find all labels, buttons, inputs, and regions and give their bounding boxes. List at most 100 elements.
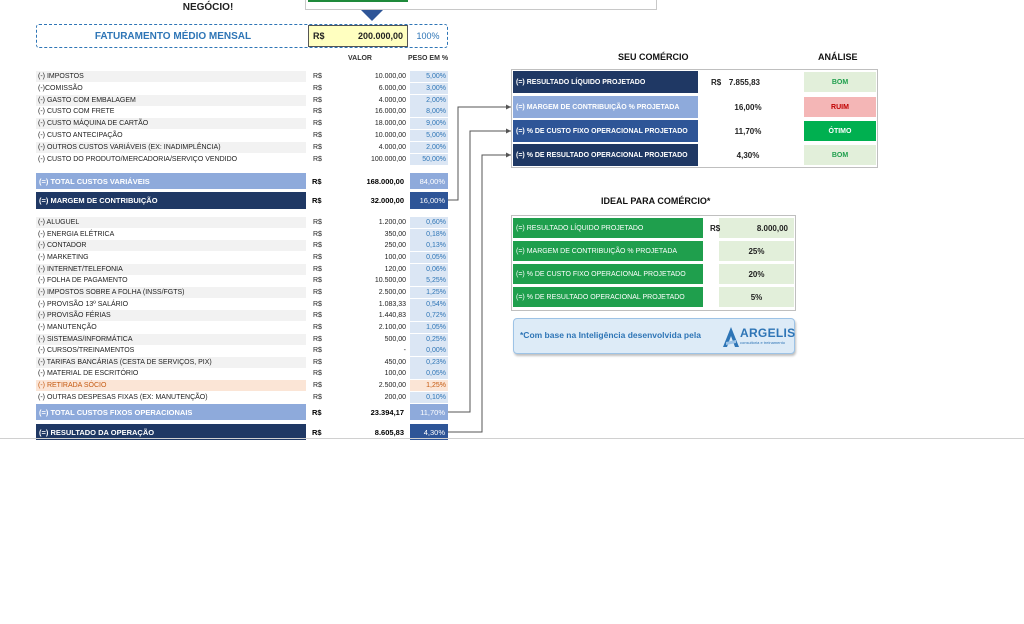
cost-pct: 5,25% [410, 275, 448, 287]
total-fixos-value: 23.394,17 [370, 407, 404, 417]
cost-value[interactable]: 10.500,00 [330, 275, 406, 286]
total-fixos-label: (=) TOTAL CUSTOS FIXOS OPERACIONAIS [36, 404, 306, 420]
seu-comercio-row: (=) MARGEM DE CONTRIBUIÇÃO % PROJETADA 16… [513, 96, 876, 118]
cost-row: (-) SISTEMAS/INFORMÁTICA R$ 500,00 0,25% [36, 333, 448, 345]
argelis-logo-name: ARGELIS [740, 326, 796, 340]
peso-header: PESO EM % [408, 55, 449, 62]
cost-row: (-) IMPOSTOS R$ 10.000,00 5,00% [36, 71, 448, 82]
status-badge: RUIM [804, 97, 876, 117]
cost-label: (-) MANUTENÇÃO [38, 323, 97, 331]
margem-pct: 16,00% [410, 192, 448, 209]
margem-row: (=) MARGEM DE CONTRIBUIÇÃO R$ 32.000,00 … [36, 192, 448, 209]
cost-value[interactable]: 10.000,00 [330, 71, 406, 82]
cost-currency: R$ [313, 219, 322, 226]
cost-row: (-) CUSTO ANTECIPAÇÃO R$ 10.000,00 5,00% [36, 130, 448, 141]
cost-pct: 8,00% [410, 106, 448, 118]
cost-value[interactable]: 100,00 [330, 252, 406, 263]
cost-value[interactable]: 2.500,00 [330, 287, 406, 298]
cost-value[interactable]: 350,00 [330, 229, 406, 240]
cost-pct: 0,23% [410, 356, 448, 368]
cost-row: (-) TARIFAS BANCÁRIAS (CESTA DE SERVIÇOS… [36, 356, 448, 368]
cost-value[interactable]: 120,00 [330, 264, 406, 275]
cost-row: (-) CUSTO MÁQUINA DE CARTÃO R$ 18.000,00 9,… [36, 118, 448, 130]
cost-currency: R$ [313, 155, 322, 163]
cost-currency: R$ [313, 242, 322, 250]
seu-row-label: (=) RESULTADO LÍQUIDO PROJETADO [513, 71, 698, 93]
cost-value[interactable]: 16.000,00 [330, 106, 406, 117]
seu-comercio-row: (=) RESULTADO LÍQUIDO PROJETADO 7.855,83 R… [513, 71, 876, 93]
cost-value[interactable]: 18.000,00 [330, 118, 406, 129]
cost-row: (-)COMISSÃO R$ 6.000,00 3,00% [36, 82, 448, 94]
cost-pct: 1,05% [410, 321, 448, 333]
cost-currency: R$ [313, 277, 322, 285]
cost-value[interactable]: 2.500,00 [330, 380, 406, 391]
cost-currency: R$ [313, 253, 322, 261]
cost-row: (-) MATERIAL DE ESCRITÓRIO R$ 100,00 0,05% [36, 368, 448, 380]
cost-pct: 2,00% [410, 141, 448, 153]
total-variaveis-label: (=) TOTAL CUSTOS VARIÁVEIS [36, 173, 306, 189]
status-badge: BOM [804, 145, 876, 165]
resultado-value: 8.605,83 [374, 427, 404, 437]
cost-row: (-) PROVISÃO 13º SALÁRIO R$ 1.083,33 0,54% [36, 298, 448, 310]
cost-row: (-) INTERNET/TELEFONIA R$ 120,00 0,06% [36, 263, 448, 275]
cost-label: (-) IMPOSTOS SOBRE A FOLHA (INSS/FGTS) [38, 288, 185, 296]
cost-value[interactable]: 1.200,00 [330, 217, 406, 228]
argelis-note: *Com base na Inteligência desenvolvida p… [520, 330, 701, 340]
connector-resultado [448, 154, 511, 433]
cost-value[interactable]: 500,00 [330, 334, 406, 345]
cost-label: (-) RETIRADA SÓCIO [38, 382, 107, 390]
argelis-logo-sub: consultoria e treinamento [740, 340, 785, 345]
cost-row: (-) ALUGUEL R$ 1.200,00 0,60% [36, 217, 448, 228]
cost-pct: 0,06% [410, 263, 448, 275]
cost-pct: 0,72% [410, 310, 448, 322]
ideal-row: (=) % DE RESULTADO OPERACIONAL PROJETADO… [513, 287, 794, 307]
seu-row-currency: R$ [711, 77, 722, 87]
cost-pct: 3,00% [410, 82, 448, 94]
total-variaveis-cell: R$ 168.000,00 [308, 173, 408, 189]
seu-row-value: 16,00% [698, 96, 798, 118]
cost-value[interactable]: 6.000,00 [330, 83, 406, 94]
cost-row: (-) OUTRAS DESPESAS FIXAS (EX: MANUTENÇÃ… [36, 391, 448, 403]
cost-pct: 1,25% [410, 286, 448, 298]
total-fixos-cell: R$ 23.394,17 [308, 404, 408, 420]
cost-value[interactable]: 450,00 [330, 357, 406, 368]
cost-label: (-) MARKETING [38, 253, 89, 261]
sheet-divider [0, 438, 1024, 439]
cost-value[interactable]: - [330, 345, 406, 356]
cost-value[interactable]: 250,00 [330, 240, 406, 251]
cost-value[interactable]: 1.083,33 [330, 299, 406, 310]
cost-currency: R$ [313, 382, 322, 390]
seu-row-label: (=) % DE CUSTO FIXO OPERACIONAL PROJETAD… [513, 120, 698, 142]
cost-pct: 2,00% [410, 94, 448, 106]
cost-label: (-) INTERNET/TELEFONIA [38, 265, 123, 273]
ideal-row-value: 20% [719, 264, 794, 284]
argelis-logo-icon [723, 327, 739, 347]
cost-row: (-) IMPOSTOS SOBRE A FOLHA (INSS/FGTS) R$… [36, 286, 448, 298]
cost-pct: 0,18% [410, 228, 448, 240]
cost-value[interactable]: 1.440,83 [330, 310, 406, 321]
cost-value[interactable]: 100,00 [330, 368, 406, 379]
total-variaveis-pct: 84,00% [410, 173, 448, 189]
analise-title: ANÁLISE [818, 52, 858, 62]
faturamento-input[interactable]: R$ 200.000,00 [308, 25, 408, 47]
total-variaveis-row: (=) TOTAL CUSTOS VARIÁVEIS R$ 168.000,00… [36, 173, 448, 189]
ideal-row-value: 25% [719, 241, 794, 261]
cost-label: (-) TARIFAS BANCÁRIAS (CESTA DE SERVIÇOS… [38, 358, 212, 366]
cost-value[interactable]: 2.100,00 [330, 322, 406, 333]
cost-value[interactable]: 100.000,00 [330, 154, 406, 165]
cost-value[interactable]: 10.000,00 [330, 130, 406, 141]
cost-row: (-) CURSOS/TREINAMENTOS R$ -0,00% [36, 345, 448, 357]
cost-pct: 5,00% [410, 130, 448, 141]
cost-label: (-) CUSTO ANTECIPAÇÃO [38, 132, 123, 139]
cost-value[interactable]: 200,00 [330, 392, 406, 403]
cost-value[interactable]: 4.000,00 [330, 95, 406, 106]
ideal-row: (=) % DE CUSTO FIXO OPERACIONAL PROJETAD… [513, 264, 794, 284]
cost-label: (-) MATERIAL DE ESCRITÓRIO [38, 370, 139, 378]
cost-currency: R$ [313, 132, 322, 139]
cost-value[interactable]: 4.000,00 [330, 142, 406, 153]
ideal-row-label: (=) RESULTADO LÍQUIDO PROJETADO [513, 218, 703, 238]
cost-pct: 0,13% [410, 240, 448, 252]
argelis-callout: *Com base na Inteligência desenvolvida p… [513, 318, 795, 354]
cost-pct: 0,60% [410, 217, 448, 228]
resultado-currency: R$ [312, 427, 322, 437]
